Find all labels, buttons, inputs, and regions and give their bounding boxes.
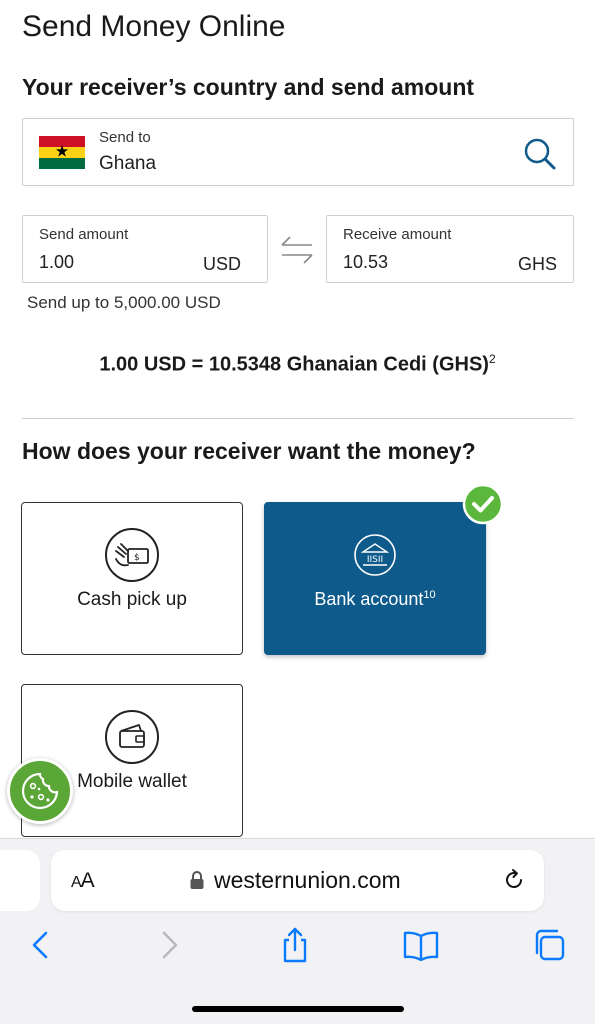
address-bar[interactable]: AA westernunion.com: [51, 850, 544, 911]
send-amount-label: Send amount: [39, 226, 129, 243]
wallet-icon: [105, 710, 159, 764]
section-title: Your receiver’s country and send amount: [22, 74, 475, 100]
selected-check-icon: [462, 483, 504, 525]
previous-tab-edge[interactable]: [0, 850, 40, 911]
cash-pickup-label: Cash pick up: [77, 589, 187, 610]
ghana-flag-icon: ★: [39, 136, 85, 169]
reader-settings-button[interactable]: AA: [71, 869, 95, 893]
send-amount-field[interactable]: Send amount 1.00 USD: [22, 215, 268, 283]
exchange-rate-text: 1.00 USD = 10.5348 Ghanaian Cedi (GHS): [99, 353, 489, 376]
back-icon[interactable]: [20, 925, 60, 965]
cash-hand-icon: $: [105, 528, 159, 582]
bank-account-option[interactable]: IISII Bank account10: [264, 502, 486, 655]
receive-currency: GHS: [517, 254, 557, 274]
exchange-rate: 1.00 USD = 10.5348 Ghanaian Cedi (GHS)2: [0, 352, 595, 377]
page-title: Send Money Online: [22, 10, 286, 43]
url-text: westernunion.com: [214, 867, 401, 893]
bank-footnote[interactable]: 10: [423, 589, 435, 601]
browser-nav-row: [0, 925, 595, 969]
bank-account-label: Bank account10: [265, 589, 485, 610]
swap-arrows-icon: [281, 236, 313, 264]
bank-icon: IISII: [354, 534, 396, 576]
cookie-settings-button[interactable]: [7, 758, 73, 824]
send-amount-value[interactable]: 1.00: [39, 252, 74, 273]
bank-account-text: Bank account: [314, 589, 424, 609]
country-selector[interactable]: ★ Send to Ghana: [22, 118, 574, 186]
bookmarks-icon[interactable]: [401, 925, 441, 965]
cash-pickup-option[interactable]: $ Cash pick up: [21, 502, 243, 655]
search-icon[interactable]: [521, 135, 559, 173]
receive-amount-value[interactable]: 10.53: [343, 252, 388, 273]
cookie-icon: [21, 772, 59, 810]
delivery-question: How does your receiver want the money?: [22, 438, 476, 464]
share-icon[interactable]: [275, 925, 315, 965]
tabs-icon[interactable]: [529, 925, 569, 965]
send-limit-text: Send up to 5,000.00 USD: [27, 293, 221, 312]
country-value: Ghana: [99, 153, 157, 174]
send-currency: USD: [202, 254, 241, 274]
country-label: Send to: [99, 129, 151, 146]
divider: [22, 418, 574, 419]
receive-amount-field[interactable]: Receive amount 10.53 GHS: [326, 215, 574, 283]
rate-footnote[interactable]: 2: [489, 352, 496, 366]
bank-icon-text: IISII: [367, 555, 383, 565]
reload-icon[interactable]: [502, 868, 526, 892]
lock-icon: [190, 871, 204, 889]
forward-icon[interactable]: [150, 925, 190, 965]
home-indicator: [192, 1006, 404, 1012]
svg-text:$: $: [134, 553, 140, 563]
receive-amount-label: Receive amount: [343, 226, 452, 243]
